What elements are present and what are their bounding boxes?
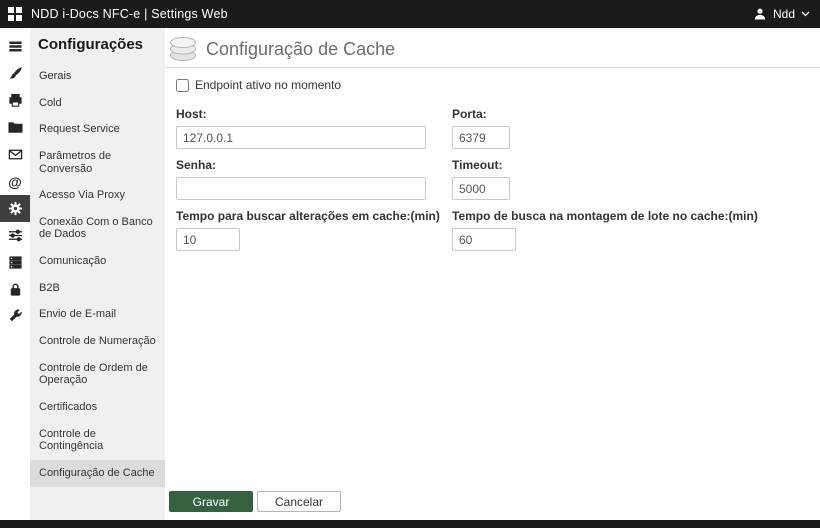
sidebar-item-controle-contingencia[interactable]: Controle de Contingência	[30, 421, 165, 460]
sliders-icon[interactable]	[0, 222, 30, 249]
user-menu[interactable]: Ndd	[753, 7, 810, 21]
gear-icon[interactable]	[0, 195, 30, 222]
sidebar-item-configuracao-cache[interactable]: Configuração de Cache	[30, 459, 165, 487]
host-input[interactable]	[176, 126, 426, 149]
porta-label: Porta:	[452, 107, 487, 121]
sidebar-item-certificados[interactable]: Certificados	[30, 394, 165, 421]
endpoint-active-checkbox[interactable]	[176, 78, 189, 92]
sidebar-item-request-service[interactable]: Request Service	[30, 116, 165, 143]
sidebar-item-b2b[interactable]: B2B	[30, 275, 165, 302]
cancel-button[interactable]: Cancelar	[257, 491, 341, 512]
sidebar-item-acesso-via-proxy[interactable]: Acesso Via Proxy	[30, 182, 165, 209]
wrench-icon[interactable]	[0, 303, 30, 330]
endpoint-active-checkbox-row[interactable]: Endpoint ativo no momento	[176, 78, 820, 92]
person-icon	[754, 8, 766, 20]
tempo-alteracoes-label: Tempo para buscar alterações em cache:(m…	[176, 209, 440, 223]
footer-bar	[0, 520, 820, 528]
sidebar-item-gerais[interactable]: Gerais	[30, 63, 165, 90]
tempo-lote-label: Tempo de busca na montagem de lote no ca…	[452, 209, 758, 223]
cache-stack-icon	[170, 37, 196, 61]
page-title: Configuração de Cache	[206, 38, 396, 59]
chevron-down-icon	[801, 11, 810, 17]
main-content: Configuração de Cache Endpoint ativo no …	[165, 28, 820, 520]
sidebar-title: Configurações	[38, 36, 144, 53]
user-name: Ndd	[772, 7, 795, 21]
save-button[interactable]: Gravar	[169, 491, 253, 512]
host-label: Host:	[176, 107, 207, 121]
topbar: NDD i-Docs NFC-e | Settings Web Ndd	[0, 0, 820, 28]
list-icon[interactable]	[0, 249, 30, 276]
senha-label: Senha:	[176, 158, 217, 172]
brush-icon[interactable]	[0, 60, 30, 87]
menu-icon[interactable]	[0, 33, 30, 60]
lock-icon[interactable]	[0, 276, 30, 303]
tempo-lote-input[interactable]	[452, 228, 516, 251]
timeout-input[interactable]	[452, 177, 510, 200]
app-title: NDD i-Docs NFC-e | Settings Web	[31, 7, 228, 21]
sidebar-item-conexao-banco-dados[interactable]: Conexão Com o Banco de Dados	[30, 209, 165, 248]
porta-input[interactable]	[452, 126, 510, 149]
sidebar-item-controle-numeracao[interactable]: Controle de Numeração	[30, 328, 165, 355]
endpoint-active-label: Endpoint ativo no momento	[195, 78, 342, 92]
sidebar-item-cold[interactable]: Cold	[30, 90, 165, 117]
settings-sidebar: Configurações Gerais Cold Request Servic…	[30, 28, 165, 520]
sidebar-item-envio-email[interactable]: Envio de E-mail	[30, 301, 165, 328]
folder-icon[interactable]	[0, 114, 30, 141]
sidebar-item-parametros-conversao[interactable]: Parâmetros de Conversão	[30, 143, 165, 182]
printer-icon[interactable]	[0, 87, 30, 114]
envelope-icon[interactable]	[0, 141, 30, 168]
sidebar-item-comunicacao[interactable]: Comunicação	[30, 248, 165, 275]
app-window: NDD i-Docs NFC-e | Settings Web Ndd @ Co…	[0, 0, 820, 528]
icon-rail: @	[0, 28, 30, 520]
sidebar-item-controle-ordem-operacao[interactable]: Controle de Ordem de Operação	[30, 355, 165, 394]
timeout-label: Timeout:	[452, 158, 503, 172]
tempo-alteracoes-input[interactable]	[176, 228, 240, 251]
senha-input[interactable]	[176, 177, 426, 200]
at-sign-icon[interactable]: @	[0, 168, 30, 195]
apps-grid-icon[interactable]	[8, 7, 22, 21]
